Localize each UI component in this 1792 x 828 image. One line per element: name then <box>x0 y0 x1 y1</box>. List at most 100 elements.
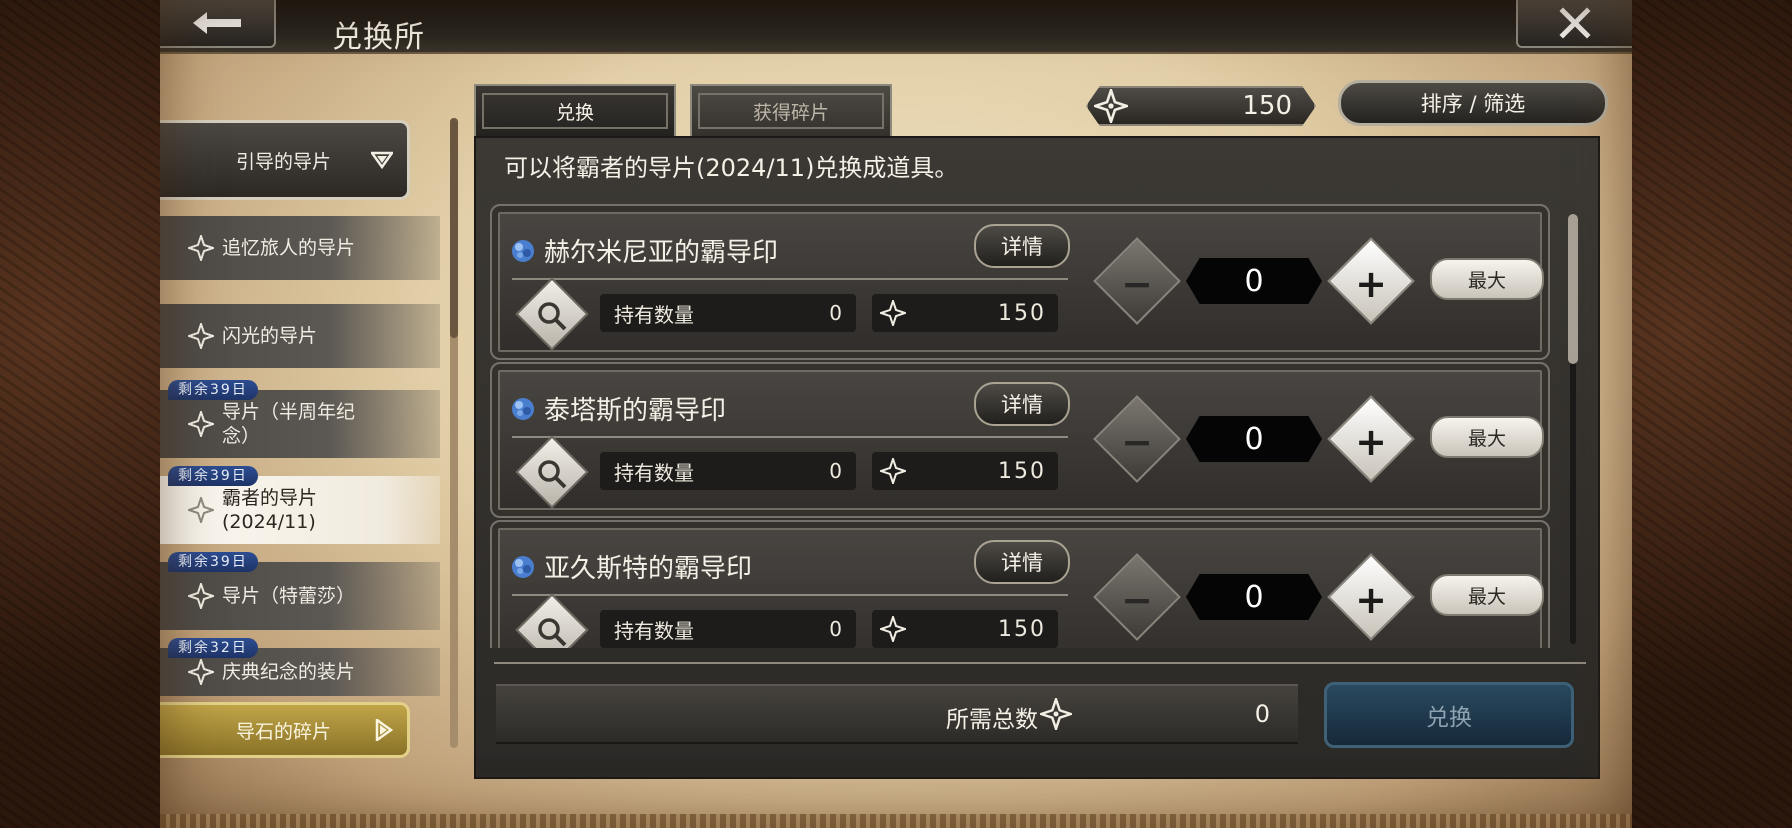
cost-display: 150 <box>872 294 1058 332</box>
divider <box>512 436 1068 438</box>
shard-star-icon <box>188 411 214 437</box>
remaining-days-badge: 剩余32日 <box>168 638 258 658</box>
menu-item-label: 追忆旅人的导片 <box>222 237 356 259</box>
currency-value: 150 <box>1242 91 1292 121</box>
page-title: 兑换所 <box>332 20 425 55</box>
divider <box>512 278 1068 280</box>
owned-value: 0 <box>829 301 842 325</box>
category-label: 导石的碎片 <box>235 720 331 743</box>
chevron-right-icon <box>375 719 393 741</box>
shard-star-icon <box>188 323 214 349</box>
cost-display: 150 <box>872 452 1058 490</box>
close-icon <box>1559 7 1591 39</box>
menu-item-label: 庆典纪念的装片 <box>222 661 356 683</box>
frame-border <box>160 814 1632 828</box>
menu-item-traveler[interactable]: 追忆旅人的导片 <box>160 216 440 280</box>
magnifier-icon <box>538 460 567 489</box>
exchange-window: 兑换所 引导的导片 追忆旅人的导片 闪光的导片 导片（半周年纪念） 剩余39日 … <box>160 0 1632 828</box>
item-name: 赫尔米尼亚的霸导印 <box>544 238 779 268</box>
shard-star-icon <box>880 300 906 326</box>
owned-count: 持有数量 0 <box>600 610 856 648</box>
quantity-value[interactable]: 0 <box>1186 416 1322 462</box>
back-button[interactable] <box>160 0 276 48</box>
quantity-value[interactable]: 0 <box>1186 574 1322 620</box>
shard-star-icon <box>1094 89 1128 123</box>
item-name: 亚久斯特的霸导印 <box>544 554 753 584</box>
owned-count: 持有数量 0 <box>600 294 856 332</box>
shard-star-icon <box>188 583 214 609</box>
exchange-panel: 可以将霸者的导片(2024/11)兑换成道具。 赫尔米尼亚的霸导印 详情 持有数… <box>474 136 1600 779</box>
header-bar: 兑换所 <box>160 0 1632 55</box>
menu-item-shining[interactable]: 闪光的导片 <box>160 304 440 368</box>
shard-star-icon <box>188 235 214 261</box>
back-arrow-icon <box>193 12 241 34</box>
menu-scrollbar[interactable] <box>450 118 458 748</box>
cost-value: 150 <box>998 616 1046 642</box>
menu-item-label: 导片（特蕾莎） <box>222 585 356 607</box>
minus-icon: − <box>1121 262 1153 306</box>
item-list[interactable]: 赫尔米尼亚的霸导印 详情 持有数量 0 150 − 0 + 最大 泰塔斯的霸导印… <box>490 204 1550 648</box>
magnifier-icon <box>538 618 567 647</box>
blue-gem-icon <box>512 398 534 420</box>
max-button[interactable]: 最大 <box>1430 574 1544 616</box>
menu-scrollbar-thumb[interactable] <box>450 118 458 338</box>
remaining-days-badge: 剩余39日 <box>168 552 258 572</box>
blue-gem-icon <box>512 240 534 262</box>
list-item: 泰塔斯的霸导印 详情 持有数量 0 150 − 0 + 最大 <box>490 362 1550 518</box>
shard-star-icon <box>880 616 906 642</box>
close-button[interactable] <box>1516 0 1632 48</box>
sort-filter-button[interactable]: 排序 / 筛选 <box>1338 80 1608 126</box>
remaining-days-badge: 剩余39日 <box>168 466 258 486</box>
plus-icon: + <box>1355 578 1387 622</box>
background-right <box>1632 0 1792 828</box>
category-label: 引导的导片 <box>235 150 331 173</box>
list-scrollbar-thumb[interactable] <box>1568 214 1578 364</box>
category-guidestone-fragment-button[interactable]: 导石的碎片 <box>160 702 410 758</box>
plus-icon: + <box>1355 262 1387 306</box>
divider <box>512 594 1068 596</box>
owned-label: 持有数量 <box>614 618 694 643</box>
cost-display: 150 <box>872 610 1058 648</box>
max-button[interactable]: 最大 <box>1430 258 1544 300</box>
chevron-down-icon <box>371 151 393 169</box>
tab-label: 兑换 <box>555 101 594 124</box>
list-scrollbar[interactable] <box>1568 214 1578 644</box>
total-required: 所需总数 0 <box>496 684 1298 744</box>
owned-label: 持有数量 <box>614 302 694 327</box>
category-guide-button[interactable]: 引导的导片 <box>160 120 410 200</box>
remaining-days-badge: 剩余39日 <box>168 380 258 400</box>
menu-item-half-anniversary[interactable]: 导片（半周年纪念） <box>160 390 440 458</box>
menu-item-label: 导片（半周年纪念） <box>222 401 356 447</box>
shard-star-icon <box>188 659 214 685</box>
minus-icon: − <box>1121 578 1153 622</box>
blue-gem-icon <box>512 556 534 578</box>
exchange-button[interactable]: 兑换 <box>1324 682 1574 748</box>
menu-item-champion[interactable]: 霸者的导片(2024/11) <box>160 476 440 544</box>
menu-item-theresa[interactable]: 导片（特蕾莎） <box>160 562 440 630</box>
tab-get-fragments[interactable]: 获得碎片 <box>690 84 892 136</box>
exchange-description: 可以将霸者的导片(2024/11)兑换成道具。 <box>504 154 959 182</box>
detail-button[interactable]: 详情 <box>974 540 1070 584</box>
max-button[interactable]: 最大 <box>1430 416 1544 458</box>
shard-star-icon <box>880 458 906 484</box>
owned-count: 持有数量 0 <box>600 452 856 490</box>
cost-value: 150 <box>998 458 1046 484</box>
owned-value: 0 <box>829 617 842 641</box>
detail-button[interactable]: 详情 <box>974 224 1070 268</box>
background-left <box>0 0 160 828</box>
quantity-value[interactable]: 0 <box>1186 258 1322 304</box>
tab-label: 获得碎片 <box>752 101 829 124</box>
item-name: 泰塔斯的霸导印 <box>544 396 727 426</box>
list-item: 亚久斯特的霸导印 详情 持有数量 0 150 − 0 + 最大 <box>490 520 1550 648</box>
magnifier-icon <box>538 302 567 331</box>
total-value: 0 <box>1254 700 1270 728</box>
owned-value: 0 <box>829 459 842 483</box>
menu-item-label: 闪光的导片 <box>222 325 318 347</box>
plus-icon: + <box>1355 420 1387 464</box>
total-label: 所需总数 <box>946 707 1038 733</box>
detail-button[interactable]: 详情 <box>974 382 1070 426</box>
divider <box>494 662 1586 664</box>
tab-exchange[interactable]: 兑换 <box>474 84 676 136</box>
shard-star-icon <box>1040 698 1072 730</box>
owned-label: 持有数量 <box>614 460 694 485</box>
